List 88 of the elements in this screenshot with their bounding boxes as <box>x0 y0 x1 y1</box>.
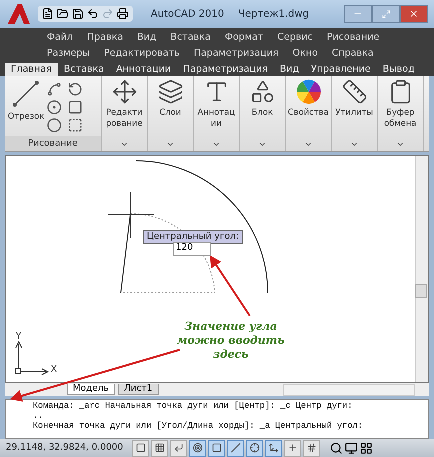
ribbon-tab[interactable]: Вставка <box>58 63 110 76</box>
ribbon-tab[interactable]: Аннотации <box>110 63 178 76</box>
corner-arrow-icon <box>174 443 184 454</box>
rectangle-icon[interactable] <box>68 100 83 116</box>
ribbon-panel-button[interactable]: Свойства <box>286 76 332 152</box>
file-name: Чертеж1.dwg <box>238 8 310 20</box>
move-icon <box>112 79 138 106</box>
menu-item[interactable]: Рисование <box>320 32 387 42</box>
menu-item[interactable]: Вид <box>130 32 164 42</box>
arrow <box>210 256 251 317</box>
menu-item[interactable]: Формат <box>218 32 270 42</box>
square-icon <box>212 443 222 454</box>
line-tool-button[interactable]: Отрезок <box>8 79 45 134</box>
ribbon-panel-button[interactable]: Слои <box>148 76 194 152</box>
menu-item[interactable]: Окно <box>286 48 326 58</box>
layout-icon[interactable] <box>360 442 373 455</box>
command-window[interactable]: Команда: _arc Начальная точка дуги или [Центр]: _c Центр дуги: .. Конечная точка дуги или [Угол/Длина хорды]: _a Центральный угол: <box>5 398 429 440</box>
close-icon <box>409 9 419 19</box>
line-icon <box>11 79 42 110</box>
target-icon <box>192 443 202 454</box>
print-icon[interactable] <box>117 8 129 20</box>
status-toggle-button[interactable] <box>303 440 320 457</box>
menu-item[interactable]: Справка <box>325 48 381 58</box>
ribbon-tab[interactable]: Параметризация <box>177 63 274 76</box>
status-toggle-button[interactable] <box>208 440 225 457</box>
open-folder-icon[interactable] <box>57 8 69 20</box>
save-icon[interactable] <box>72 8 84 20</box>
layout-tab[interactable]: Модель <box>67 384 116 395</box>
status-toggle-button[interactable] <box>189 440 206 457</box>
ribbon-panel-button[interactable]: Аннотации <box>194 76 240 152</box>
maximize-button[interactable] <box>372 5 400 23</box>
ucs-axis-icon <box>16 341 50 376</box>
circle-icon[interactable] <box>46 100 62 116</box>
layers-icon <box>158 79 184 106</box>
square-icon <box>136 443 146 454</box>
shapes-icon <box>250 79 276 106</box>
layout-tab[interactable]: Лист1 <box>118 384 159 395</box>
new-file-icon[interactable] <box>42 8 54 20</box>
crosshair-icon <box>250 443 260 454</box>
grid-icon <box>154 443 164 454</box>
undo-icon[interactable] <box>87 8 99 20</box>
menu-item[interactable]: Параметризация <box>186 48 286 58</box>
status-toggle-button[interactable] <box>151 440 168 457</box>
zoom-icon[interactable] <box>330 442 343 455</box>
hash-icon <box>306 443 316 454</box>
ribbon-panel-button[interactable]: Буфер обмена <box>378 76 424 152</box>
menu-item[interactable]: Размеры <box>40 48 98 58</box>
logo-icon <box>6 2 32 26</box>
menu-item[interactable]: Сервис <box>270 32 320 42</box>
annotation-note: Значение угла можно вводить здесь <box>176 320 286 362</box>
axes-icon <box>268 443 278 454</box>
slash-icon <box>230 443 240 454</box>
ribbon-panel-button[interactable]: Утилиты <box>332 76 378 152</box>
window-title: AutoCAD 2010 <box>151 8 224 20</box>
close-button[interactable] <box>400 5 428 23</box>
command-line: Команда: _arc Начальная точка дуги или [Центр]: _c Центр дуги: <box>33 400 354 411</box>
ribbon-tab[interactable]: Вывод <box>376 63 421 76</box>
menu-item[interactable]: Файл <box>40 32 80 42</box>
color-wheel-icon <box>296 79 322 106</box>
command-line: .. <box>33 410 44 421</box>
vertical-scrollbar[interactable] <box>415 156 428 382</box>
angle-input-field[interactable]: 120 <box>173 242 211 256</box>
plus-icon <box>288 443 298 454</box>
dynamic-input-label: Центральный угол: <box>143 230 243 244</box>
panel-title[interactable]: Рисование <box>5 136 101 152</box>
status-toggle-button[interactable] <box>246 440 263 457</box>
coordinates-readout: 29.1148, 32.9824, 0.0000 <box>6 443 124 454</box>
status-toggle-button[interactable] <box>227 440 244 457</box>
ribbon-panel-button[interactable]: Блок <box>240 76 286 152</box>
maximize-icon <box>382 10 390 18</box>
horizontal-scrollbar[interactable] <box>283 384 415 396</box>
ribbon-tab[interactable]: Вид <box>274 63 306 76</box>
workspace-icon[interactable] <box>345 442 358 455</box>
menu-item[interactable]: Вставка <box>164 32 218 42</box>
command-line: Конечная точка дуги или [Угол/Длина хорды]: _a Центральный угол: <box>33 420 364 431</box>
status-toggle-button[interactable] <box>284 440 301 457</box>
ribbon-tab[interactable]: Главная <box>5 63 58 76</box>
ruler-icon <box>342 79 368 106</box>
ribbon-tab[interactable]: Управление <box>305 63 377 76</box>
status-toggle-button[interactable] <box>132 440 149 457</box>
menu-item[interactable]: Редактировать <box>97 48 187 58</box>
status-toggle-button[interactable] <box>265 440 282 457</box>
axis-label: X <box>51 365 58 376</box>
status-toggle-button[interactable] <box>170 440 187 457</box>
menu-item[interactable]: Правка <box>80 32 130 42</box>
arc-icon[interactable] <box>46 82 62 98</box>
ribbon-panel-button[interactable]: Редактирование <box>102 76 148 152</box>
axis-label: Y <box>16 332 22 342</box>
